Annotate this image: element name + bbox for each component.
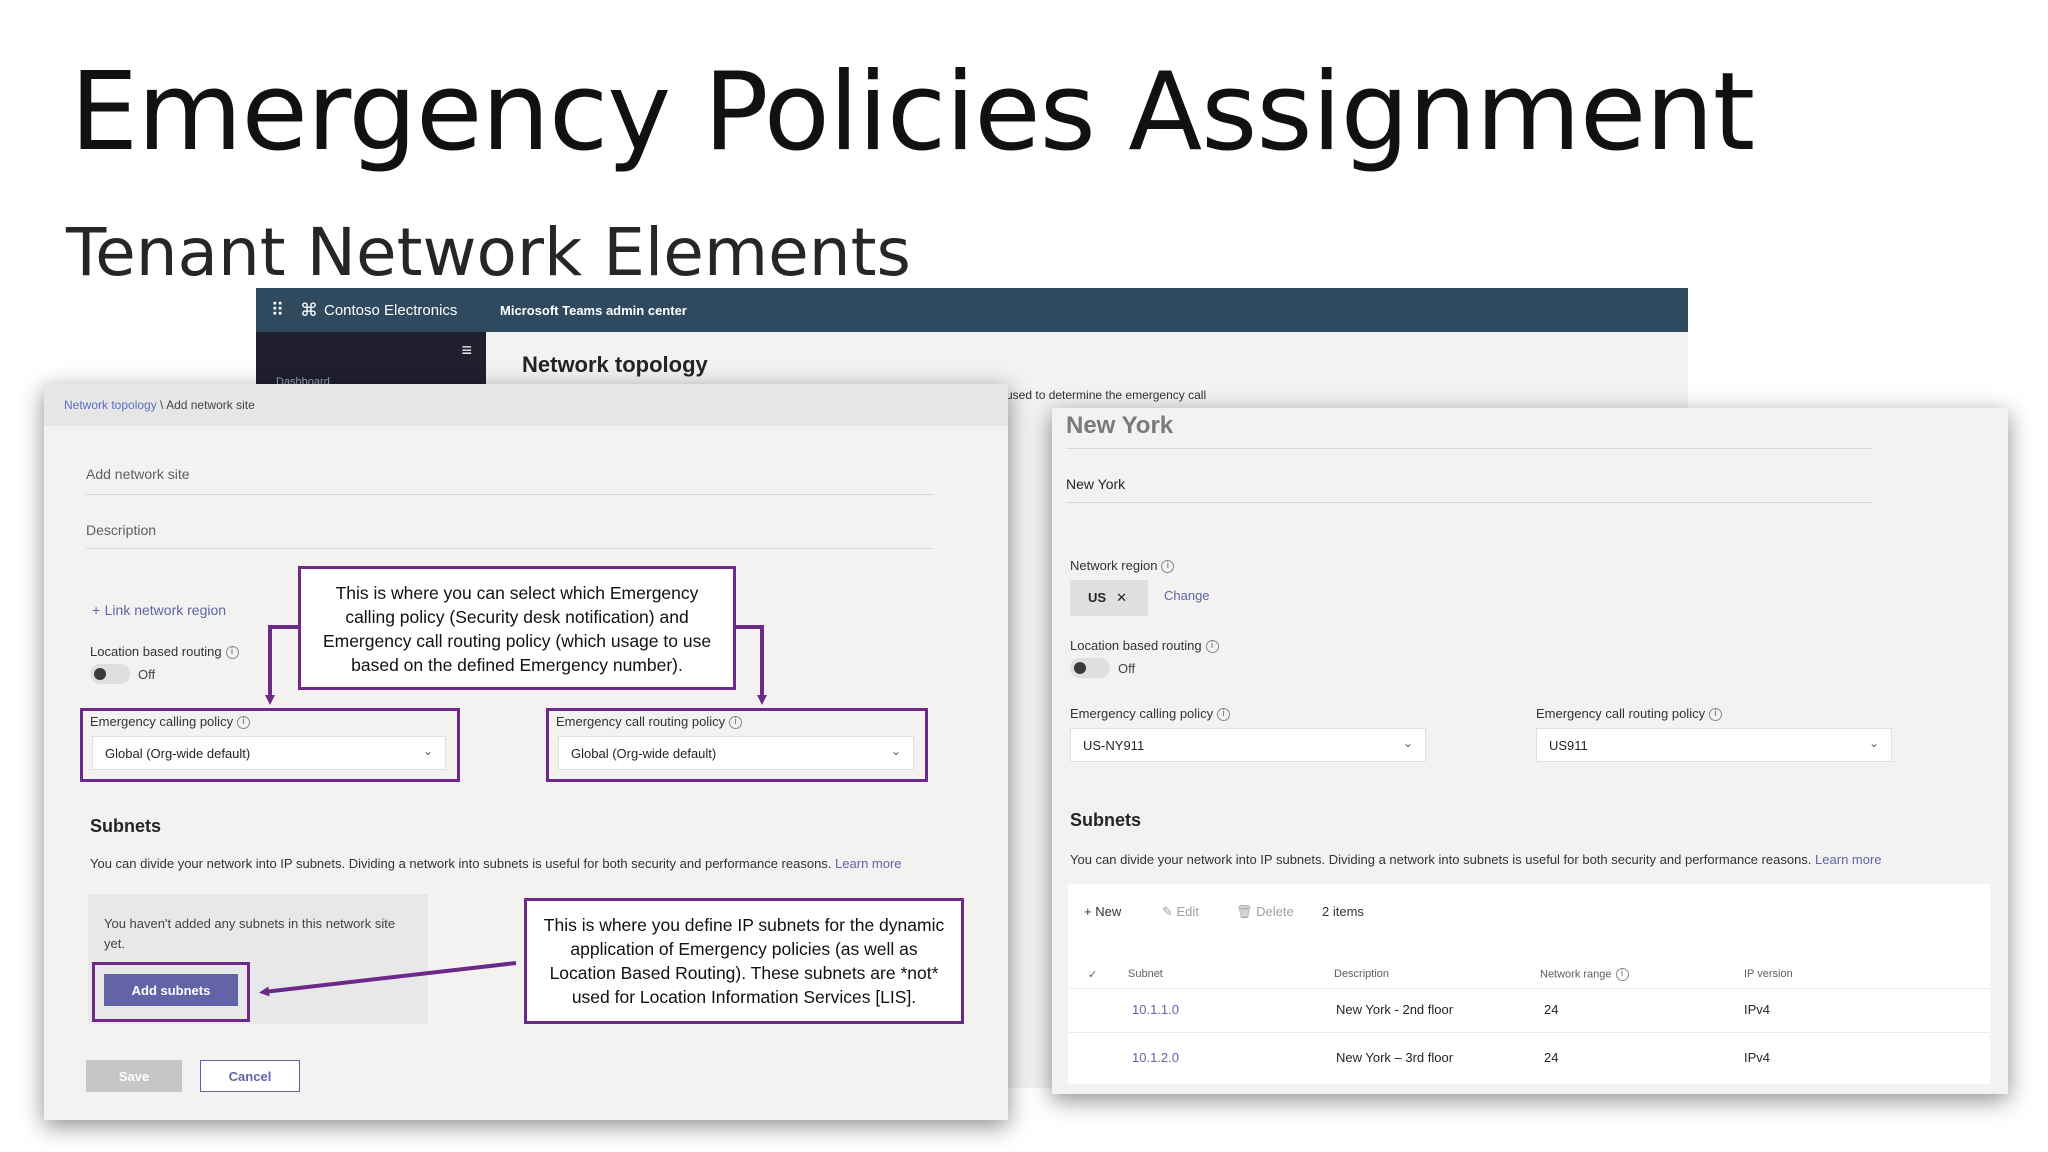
arrow-to-routing-policy — [734, 625, 767, 705]
subnet-callout: This is where you define IP subnets for … — [524, 898, 964, 1024]
arrow-to-add-subnets — [259, 961, 517, 997]
policy-callout: This is where you can select which Emerg… — [298, 566, 736, 690]
arrow-to-calling-policy — [265, 625, 300, 705]
